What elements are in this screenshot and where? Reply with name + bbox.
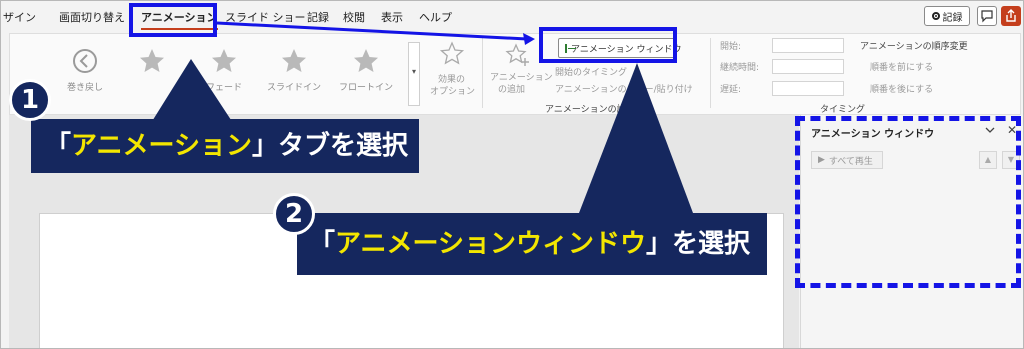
callout-1-emphasis: アニメーション xyxy=(71,131,252,161)
callout-2-bracket-close: 」 xyxy=(645,229,672,259)
callout-2-text: を選択 xyxy=(672,229,751,259)
callout-step-2: 「アニメーションウィンドウ」を選択 xyxy=(297,213,767,275)
step-number-1: 1 xyxy=(9,79,51,121)
tab-to-button-arrow xyxy=(216,21,528,41)
callout-1-pointer xyxy=(151,59,233,123)
powerpoint-window: ザイン 画面切り替え アニメーション スライド ショー 記録 校閲 表示 ヘルプ… xyxy=(0,0,1024,349)
callout-1-bracket-open: 「 xyxy=(45,131,72,161)
callout-2-bracket-open: 「 xyxy=(309,229,336,259)
callout-step-1: 「アニメーション」タブを選択 xyxy=(31,119,419,173)
callout-2-pointer xyxy=(579,63,693,213)
callout-1-bracket-close: 」 xyxy=(251,131,278,161)
annotation-arrows xyxy=(151,21,693,213)
callout-1-text: タブを選択 xyxy=(278,131,409,161)
callout-2-emphasis: アニメーションウィンドウ xyxy=(335,229,646,259)
step-number-2: 2 xyxy=(273,193,315,235)
arrow-head xyxy=(523,33,535,45)
